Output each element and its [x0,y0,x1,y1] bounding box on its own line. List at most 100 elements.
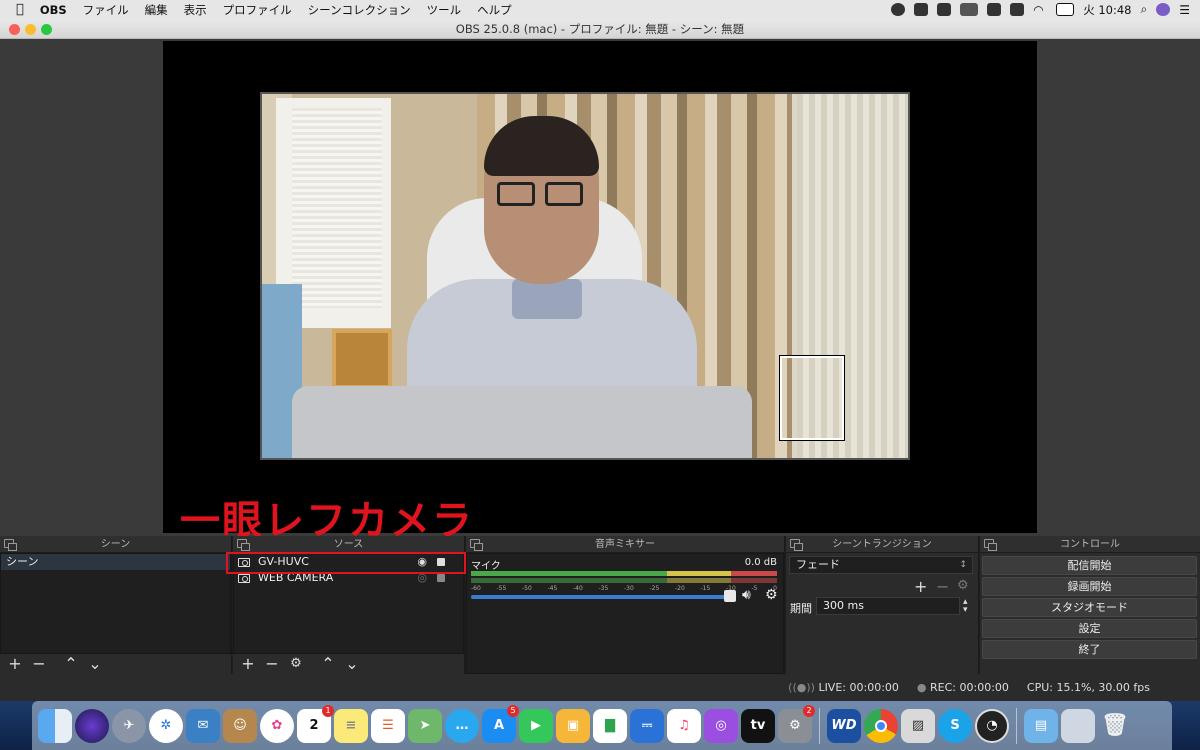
camera-source-icon [238,573,250,583]
start-recording-button[interactable]: 録画開始 [982,577,1197,596]
facetime-icon[interactable]: ▶ [519,708,553,743]
contacts-icon[interactable]: ☺ [223,708,257,743]
close-window-icon[interactable] [9,24,20,35]
apple-tv-label: tv [750,718,766,733]
notification-center-icon[interactable]: ☰ [1179,3,1190,17]
menu-help[interactable]: ヘルプ [469,2,520,18]
battery-icon[interactable] [1056,3,1075,16]
chrome-icon[interactable] [864,708,898,743]
volume-slider-track[interactable] [471,595,733,599]
safari-icon[interactable]: ✲ [149,708,183,743]
apple-tv-icon[interactable]: tv [741,708,775,743]
transition-select[interactable]: フェード ↕ [789,556,973,574]
documents-stack-icon[interactable] [1061,708,1095,743]
speaker-icon[interactable]: 🔊︎ [742,587,751,603]
mail-icon[interactable]: ✉ [186,708,220,743]
system-preferences-badge: 2 [803,704,815,717]
notes-icon[interactable]: ≡ [334,708,368,743]
numbers-icon[interactable]: ▇ [593,708,627,743]
network-status-icon[interactable] [937,3,952,16]
dock-separator [819,707,820,744]
recorder-status-icon[interactable] [987,3,1002,16]
mixer-settings-gear-icon[interactable]: ⚙ [765,587,778,603]
source-properties-gear-icon[interactable]: ⚙ [285,655,307,673]
calendar-icon[interactable]: 21 [297,704,334,743]
rec-status: ● REC: 00:00:00 [917,681,1009,694]
siri-icon[interactable] [1156,3,1171,16]
move-source-down-button[interactable]: ⌄ [341,655,363,673]
menu-profile[interactable]: プロファイル [215,2,300,18]
maps-icon[interactable]: ➤ [408,708,442,743]
siri-icon[interactable] [75,708,109,743]
wifi-icon[interactable]: ◠ [1033,3,1047,17]
photos-icon[interactable]: ✿ [260,708,294,743]
annotation-highlight-box [226,552,466,574]
scenes-panel: シーン シーン + − ⌃ ⌄ [0,536,232,674]
undock-icon[interactable] [984,539,997,551]
minimize-window-icon[interactable] [25,24,36,35]
skype-icon[interactable]: S [938,708,972,743]
duration-spinbox[interactable]: 300 ms [816,597,960,615]
messages-icon[interactable]: … [445,708,479,743]
menu-scene-collection[interactable]: シーンコレクション [300,2,419,18]
menu-view[interactable]: 表示 [176,2,215,18]
launchpad-icon[interactable]: ✈ [112,708,146,743]
move-source-up-button[interactable]: ⌃ [317,655,339,673]
undock-icon[interactable] [4,539,17,551]
zoom-window-icon[interactable] [41,24,52,35]
finder-icon[interactable] [38,708,72,743]
dock-separator [1016,707,1017,744]
camera-source-image[interactable] [260,92,910,460]
menu-edit[interactable]: 編集 [137,2,176,18]
obs-icon[interactable]: ◔ [975,708,1009,743]
wd-status-icon[interactable] [960,3,979,16]
input-method-icon[interactable] [1010,3,1025,16]
controls-panel-header: コントロール [980,536,1200,553]
live-status: ((●)) LIVE: 00:00:00 [788,681,899,694]
wd-app-icon[interactable]: WD [827,708,861,743]
undock-icon[interactable] [237,539,250,551]
keynote-icon[interactable]: ⎓ [630,708,664,743]
obs-status-icon[interactable] [891,3,906,16]
settings-button[interactable]: 設定 [982,619,1197,638]
exit-button[interactable]: 終了 [982,640,1197,659]
undock-icon[interactable] [790,539,803,551]
app-store-icon[interactable]: A5 [482,704,519,743]
start-streaming-button[interactable]: 配信開始 [982,556,1197,575]
image-capture-icon[interactable]: ▨ [901,708,935,743]
transition-properties-gear-icon[interactable]: ⚙ [957,578,969,593]
remove-scene-button[interactable]: − [28,655,50,673]
trash-icon[interactable]: 🗑︎ [1098,709,1132,743]
mixer-panel-title: 音声ミキサー [595,539,655,550]
scenes-list[interactable]: シーン [0,553,231,654]
menu-tools[interactable]: ツール [419,2,470,18]
downloads-folder-icon[interactable]: ▤ [1024,708,1058,743]
volume-slider-handle[interactable] [724,590,736,602]
preview-app-icon[interactable]: ▣ [556,708,590,743]
undock-icon[interactable] [470,539,483,551]
system-preferences-icon[interactable]: ⚙ 2 [778,704,815,743]
move-scene-down-button[interactable]: ⌄ [84,655,106,673]
remove-transition-button[interactable]: − [936,577,949,596]
preview-canvas[interactable] [163,41,1037,533]
menu-app-name[interactable]: OBS [32,3,75,17]
apple-menu-icon[interactable]:  [0,2,32,17]
scenes-toolbar: + − ⌃ ⌄ [0,654,231,674]
add-source-button[interactable]: + [237,655,259,673]
remove-source-button[interactable]: − [261,655,283,673]
move-scene-up-button[interactable]: ⌃ [60,655,82,673]
menubar-clock[interactable]: 火 10:48 [1083,2,1131,18]
scene-item[interactable]: シーン [1,554,230,570]
music-icon[interactable]: ♫ [667,708,701,743]
studio-mode-button[interactable]: スタジオモード [982,598,1197,617]
podcasts-icon[interactable]: ◎ [704,708,738,743]
lock-icon[interactable] [437,574,445,582]
check-status-icon[interactable] [914,3,929,16]
spotlight-search-icon[interactable]: ⌕ [1141,2,1148,17]
add-transition-button[interactable]: + [914,577,927,596]
duration-stepper-icon[interactable]: ▴ ▾ [963,598,968,615]
add-scene-button[interactable]: + [4,655,26,673]
reminders-icon[interactable]: ☰ [371,708,405,743]
transitions-panel-title: シーントランジション [832,539,932,550]
menu-file[interactable]: ファイル [75,2,137,18]
